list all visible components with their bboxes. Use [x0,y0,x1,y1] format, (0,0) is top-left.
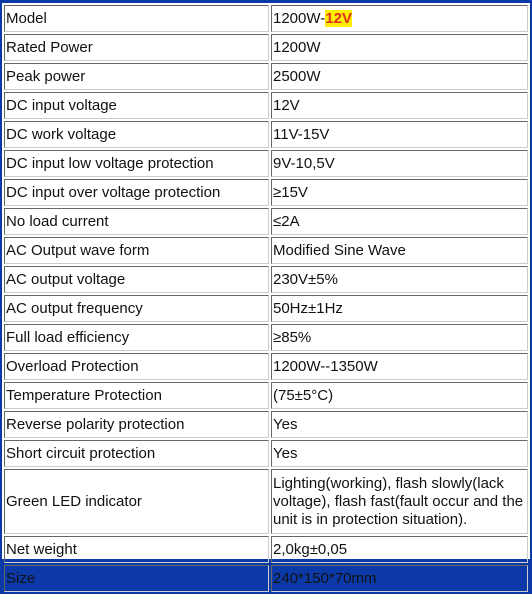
table-row: Net weight 2,0kg±0,05 [4,536,528,563]
spec-value: 230V±5% [271,266,528,293]
spec-value: Yes [271,440,528,467]
spec-value: ≥15V [271,179,528,206]
spec-label: DC work voltage [4,121,269,148]
model-prefix: 1200W- [273,9,326,27]
spec-label: Green LED indicator [4,469,269,534]
spec-label: Overload Protection [4,353,269,380]
table-row: AC output frequency 50Hz±1Hz [4,295,528,322]
spec-table: Model 1200W-12V Rated Power 1200W Peak pow… [2,3,530,594]
spec-label: Temperature Protection [4,382,269,409]
spec-value: (75±5°C) [271,382,528,409]
table-row: Overload Protection 1200W--1350W [4,353,528,380]
spec-label: AC output frequency [4,295,269,322]
table-row: Temperature Protection (75±5°C) [4,382,528,409]
table-row: DC input low voltage protection 9V-10,5V [4,150,528,177]
spec-value: 240*150*70mm [271,565,528,592]
spec-value: 12V [271,92,528,119]
table-row: Full load efficiency ≥85% [4,324,528,351]
spec-value: 1200W [271,34,528,61]
spec-value: ≤2A [271,208,528,235]
spec-label: Rated Power [4,34,269,61]
spec-value: 50Hz±1Hz [271,295,528,322]
table-row: AC output voltage 230V±5% [4,266,528,293]
spec-value: Modified Sine Wave [271,237,528,264]
spec-label: Reverse polarity protection [4,411,269,438]
table-row: Rated Power 1200W [4,34,528,61]
spec-label: No load current [4,208,269,235]
table-row: Green LED indicator Lighting(working), fl… [4,469,528,534]
table-row: Size 240*150*70mm [4,565,528,592]
table-row: Short circuit protection Yes [4,440,528,467]
spec-label: DC input voltage [4,92,269,119]
table-row: DC input over voltage protection ≥15V [4,179,528,206]
table-row: Peak power 2500W [4,63,528,90]
spec-table-frame: Model 1200W-12V Rated Power 1200W Peak pow… [2,3,530,592]
spec-value: 11V-15V [271,121,528,148]
spec-value: 1200W--1350W [271,353,528,380]
table-row: DC input voltage 12V [4,92,528,119]
table-row: DC work voltage 11V-15V [4,121,528,148]
spec-value: ≥85% [271,324,528,351]
table-row: Model 1200W-12V [4,5,528,32]
spec-label: DC input low voltage protection [4,150,269,177]
spec-label: DC input over voltage protection [4,179,269,206]
model-voltage-highlight: 12V [325,9,352,27]
table-row: Reverse polarity protection Yes [4,411,528,438]
spec-label: Model [4,5,269,32]
spec-label: Peak power [4,63,269,90]
spec-label: Net weight [4,536,269,563]
table-row: AC Output wave form Modified Sine Wave [4,237,528,264]
spec-value: 2,0kg±0,05 [271,536,528,563]
spec-value: 9V-10,5V [271,150,528,177]
spec-value: Lighting(working), flash slowly(lack vol… [271,469,528,534]
spec-label: AC output voltage [4,266,269,293]
spec-value: 1200W-12V [271,5,528,32]
table-row: No load current ≤2A [4,208,528,235]
spec-label: Full load efficiency [4,324,269,351]
spec-label: Size [4,565,269,592]
spec-label: Short circuit protection [4,440,269,467]
spec-label: AC Output wave form [4,237,269,264]
spec-value: 2500W [271,63,528,90]
spec-value: Yes [271,411,528,438]
